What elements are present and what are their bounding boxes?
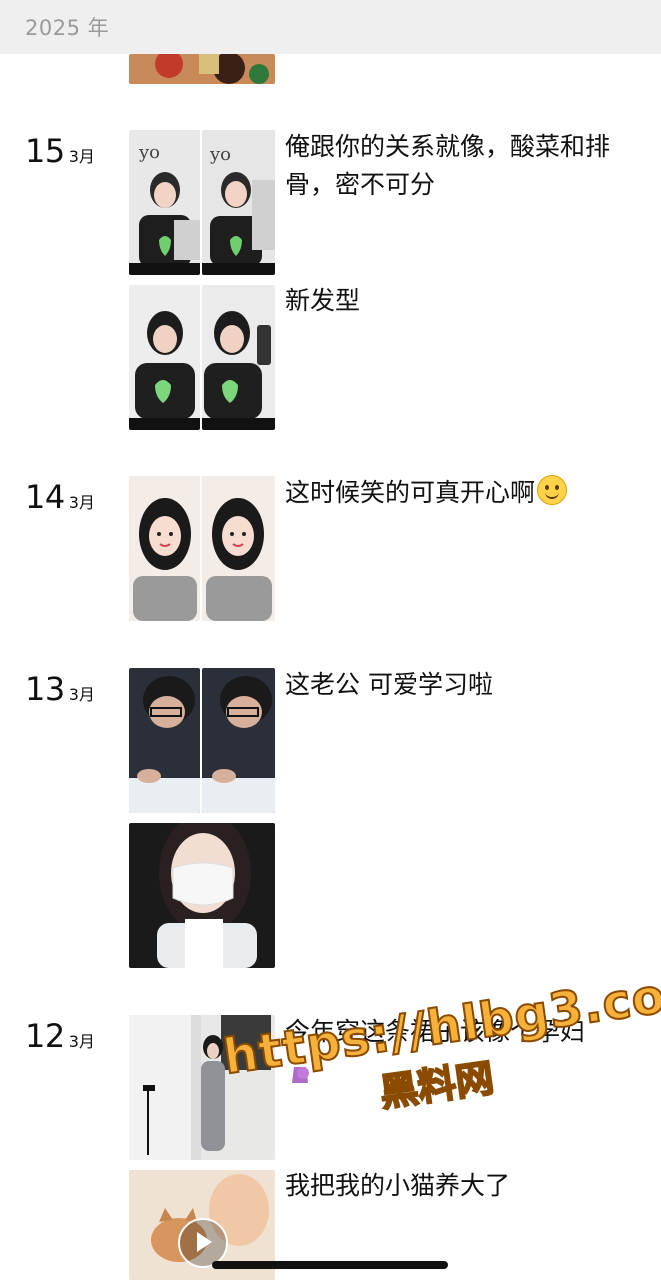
post-caption[interactable]: 新发型 xyxy=(285,282,615,320)
watermark: https://hlbg3.com 黑料网 xyxy=(219,960,661,1138)
date-month: 3月 xyxy=(68,493,95,512)
post-date-14: 14 3月 xyxy=(25,478,95,516)
date-day: 12 xyxy=(25,1017,65,1055)
svg-text:yo: yo xyxy=(138,142,160,163)
photo-thumb-study-2[interactable] xyxy=(202,668,275,813)
post-caption[interactable]: 这老公 可爱学习啦 xyxy=(285,666,615,704)
photo-thumb-smile-1[interactable] xyxy=(129,476,200,621)
post-caption[interactable]: 俺跟你的关系就像，酸菜和排骨，密不可分 xyxy=(285,128,615,204)
svg-text:yo: yo xyxy=(209,144,231,165)
year-label: 2025 年 xyxy=(25,16,110,40)
photo-thumb-food[interactable] xyxy=(129,54,275,84)
photo-thumb-mask[interactable] xyxy=(129,823,275,968)
post-caption[interactable]: 我把我的小猫养大了 xyxy=(285,1167,615,1205)
photo-thumb-selfie-1[interactable]: yo xyxy=(129,130,200,275)
photo-thumb-study-1[interactable] xyxy=(129,668,200,813)
date-month: 3月 xyxy=(68,685,95,704)
photo-thumb-haircut-1[interactable] xyxy=(129,285,200,430)
year-header: 2025 年 xyxy=(0,0,661,54)
date-day: 13 xyxy=(25,670,65,708)
photo-thumb-smile-2[interactable] xyxy=(202,476,275,621)
photo-thumb-selfie-2[interactable]: yo xyxy=(202,130,275,275)
caption-text: 这时候笑的可真开心啊 xyxy=(285,478,536,507)
post-date-15: 15 3月 xyxy=(25,132,95,170)
photo-thumb-haircut-2[interactable] xyxy=(202,285,275,430)
post-caption[interactable]: 这时候笑的可真开心啊 xyxy=(285,474,615,512)
date-day: 14 xyxy=(25,478,65,516)
post-date-13: 13 3月 xyxy=(25,670,95,708)
home-indicator[interactable] xyxy=(212,1261,448,1269)
post-date-12: 12 3月 xyxy=(25,1017,95,1055)
date-day: 15 xyxy=(25,132,65,170)
smiling-face-emoji-icon xyxy=(537,475,568,505)
date-month: 3月 xyxy=(68,147,95,166)
date-month: 3月 xyxy=(68,1032,95,1051)
